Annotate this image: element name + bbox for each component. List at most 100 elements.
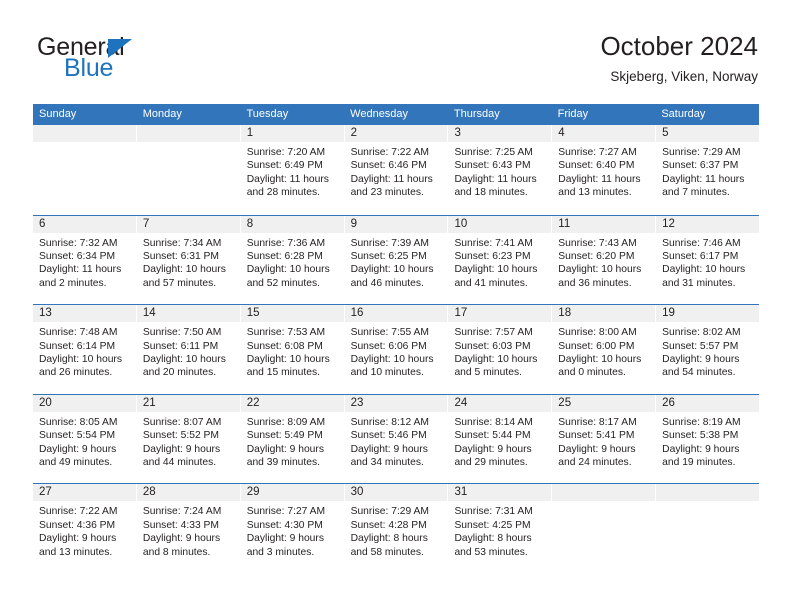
logo-text-blue: Blue [64,54,114,82]
day-cell[interactable]: 11 Sunrise: 7:43 AM Sunset: 6:20 PM Dayligh… [552,215,657,305]
day-detail-line: Sunrise: 7:29 AM [662,147,741,158]
day-cell[interactable]: 16 Sunrise: 7:55 AM Sunset: 6:06 PM Dayligh… [344,305,449,394]
day-detail-line: Sunset: 6:00 PM [558,340,635,352]
day-detail-line: Daylight: 10 hours [558,354,642,365]
weekday-header-thursday: Thursday [453,108,500,120]
day-detail-line: and 57 minutes. [142,277,217,289]
day-detail-line: Sunrise: 7:25 AM [454,147,533,158]
day-cell[interactable]: 17 Sunrise: 7:57 AM Sunset: 6:03 PM Dayligh… [448,305,553,394]
day-cell[interactable]: 10 Sunrise: 7:41 AM Sunset: 6:23 PM Dayligh… [448,215,553,305]
day-detail-line: and 10 minutes. [350,367,424,379]
day-detail-line: and 24 minutes. [558,457,632,468]
day-cell[interactable]: 31 Sunrise: 7:31 AM Sunset: 4:25 PM Dayligh… [448,484,553,573]
day-detail-line: Sunset: 6:11 PM [142,340,219,352]
day-detail-line: Sunrise: 7:24 AM [142,506,222,518]
day-cell[interactable]: 3 Sunrise: 7:25 AM Sunset: 6:43 PM Daylight… [448,125,553,215]
day-detail-line: Daylight: 9 hours [350,443,428,455]
day-cell[interactable]: 30 Sunrise: 7:29 AM Sunset: 4:28 PM Dayligh… [344,484,449,573]
day-detail-line: Sunset: 6:31 PM [142,251,219,262]
day-details: Sunrise: 7:25 AM Sunset: 6:43 PM Daylight:… [448,142,551,200]
day-cell[interactable]: 14 Sunrise: 7:50 AM Sunset: 6:11 PM Dayligh… [136,305,241,394]
day-cell[interactable]: 13 Sunrise: 7:48 AM Sunset: 6:14 PM Dayligh… [33,305,137,394]
day-cell[interactable]: 22 Sunrise: 8:09 AM Sunset: 5:49 PM Dayligh… [240,394,345,484]
day-detail-line: Daylight: 9 hours [39,533,117,545]
day-cell-empty [552,484,657,573]
day-cell[interactable]: 28 Sunrise: 7:24 AM Sunset: 4:33 PM Dayligh… [136,484,241,573]
day-details: Sunrise: 7:46 AM Sunset: 6:17 PM Daylight:… [656,233,759,291]
day-details: Sunrise: 7:29 AM Sunset: 6:37 PM Daylight:… [656,142,759,200]
day-cell[interactable]: 24 Sunrise: 8:14 AM Sunset: 5:44 PM Dayligh… [448,394,553,484]
day-number: 16 [344,305,448,323]
day-detail-line: Sunrise: 8:14 AM [454,416,533,428]
day-detail-line: and 53 minutes. [454,546,528,558]
day-cell[interactable]: 2 Sunrise: 7:22 AM Sunset: 6:46 PM Daylight… [344,125,449,215]
day-detail-line: Sunrise: 8:09 AM [246,416,326,428]
day-detail-line: Sunset: 6:46 PM [350,160,427,172]
day-detail-line: Sunset: 5:41 PM [558,430,635,442]
day-cell[interactable]: 26 Sunrise: 8:19 AM Sunset: 5:38 PM Dayligh… [656,394,760,484]
day-detail-line: Sunset: 6:28 PM [246,251,323,262]
day-cell[interactable]: 1 Sunrise: 7:20 AM Sunset: 6:49 PM Daylight… [240,125,345,215]
calendar-week-row: 27 Sunrise: 7:22 AM Sunset: 4:36 PM Dayligh… [33,483,760,573]
day-detail-line: Sunset: 5:44 PM [454,430,531,442]
day-number [552,484,656,502]
day-detail-line: Daylight: 8 hours [350,533,428,545]
day-cell[interactable]: 15 Sunrise: 7:53 AM Sunset: 6:08 PM Dayligh… [240,305,345,394]
day-cell[interactable]: 7 Sunrise: 7:34 AM Sunset: 6:31 PM Daylight… [136,215,241,305]
weekday-header-tuesday: Tuesday [246,108,289,120]
day-detail-line: Sunrise: 7:22 AM [39,506,118,518]
day-number [656,484,760,502]
day-cell[interactable]: 4 Sunrise: 7:27 AM Sunset: 6:40 PM Daylight… [552,125,657,215]
day-detail-line: and 3 minutes. [246,546,315,558]
day-detail-line: Daylight: 9 hours [39,443,117,455]
day-detail-line: and 44 minutes. [142,457,217,468]
day-cell[interactable]: 9 Sunrise: 7:39 AM Sunset: 6:25 PM Daylight… [344,215,449,305]
day-detail-line: Sunset: 5:52 PM [142,430,219,442]
day-detail-line: and 29 minutes. [454,457,528,468]
day-detail-line: and 23 minutes. [350,187,424,199]
day-cell[interactable]: 29 Sunrise: 7:27 AM Sunset: 4:30 PM Dayligh… [240,484,345,573]
day-detail-line: Sunset: 6:20 PM [558,251,635,262]
day-detail-line: Daylight: 9 hours [246,533,324,545]
day-cell[interactable]: 21 Sunrise: 8:07 AM Sunset: 5:52 PM Dayligh… [136,394,241,484]
day-detail-line: Sunrise: 8:07 AM [142,416,222,428]
day-cell[interactable]: 19 Sunrise: 8:02 AM Sunset: 5:57 PM Dayligh… [656,305,760,394]
day-details: Sunrise: 8:14 AM Sunset: 5:44 PM Daylight:… [448,412,551,470]
day-cell[interactable]: 8 Sunrise: 7:36 AM Sunset: 6:28 PM Daylight… [240,215,345,305]
day-detail-line: Daylight: 10 hours [142,264,226,276]
day-detail-line: Sunset: 6:23 PM [454,251,531,262]
day-cell-empty [136,125,241,215]
day-detail-line: and 46 minutes. [350,277,424,289]
day-details: Sunrise: 7:34 AM Sunset: 6:31 PM Daylight:… [137,233,240,291]
day-cell[interactable]: 25 Sunrise: 8:17 AM Sunset: 5:41 PM Dayligh… [552,394,657,484]
calendar-week-row: 13 Sunrise: 7:48 AM Sunset: 6:14 PM Dayligh… [33,304,760,394]
day-detail-line: Sunrise: 7:46 AM [662,237,741,249]
day-cell[interactable]: 23 Sunrise: 8:12 AM Sunset: 5:46 PM Dayligh… [344,394,449,484]
day-cell[interactable]: 5 Sunrise: 7:29 AM Sunset: 6:37 PM Daylight… [656,125,760,215]
calendar-week-row: 6 Sunrise: 7:32 AM Sunset: 6:34 PM Daylight… [33,214,760,305]
day-detail-line: Sunset: 5:38 PM [662,430,739,442]
day-detail-line: Daylight: 11 hours [558,173,641,185]
day-detail-line: and 52 minutes. [246,277,320,289]
day-cell[interactable]: 20 Sunrise: 8:05 AM Sunset: 5:54 PM Dayligh… [33,394,137,484]
day-cell[interactable]: 12 Sunrise: 7:46 AM Sunset: 6:17 PM Dayligh… [656,215,760,305]
day-detail-line: Sunset: 6:14 PM [39,340,116,352]
day-number: 28 [136,484,240,502]
day-details: Sunrise: 7:27 AM Sunset: 4:30 PM Daylight:… [241,501,344,559]
day-detail-line: Daylight: 11 hours [454,173,537,185]
day-number: 17 [448,305,552,323]
day-details: Sunrise: 7:32 AM Sunset: 6:34 PM Daylight:… [33,233,136,291]
day-cell[interactable]: 27 Sunrise: 7:22 AM Sunset: 4:36 PM Dayligh… [33,484,137,573]
day-cell[interactable]: 6 Sunrise: 7:32 AM Sunset: 6:34 PM Daylight… [33,215,137,305]
day-details: Sunrise: 8:17 AM Sunset: 5:41 PM Daylight:… [552,412,655,470]
day-detail-line: Daylight: 9 hours [662,354,740,365]
day-detail-line: Daylight: 10 hours [246,264,330,276]
day-detail-line: and 8 minutes. [142,546,211,558]
day-number: 6 [33,215,136,233]
day-number: 18 [552,305,656,323]
day-detail-line: and 54 minutes. [662,367,736,379]
day-cell[interactable]: 18 Sunrise: 8:00 AM Sunset: 6:00 PM Dayligh… [552,305,657,394]
day-number: 22 [240,394,344,412]
day-details [137,142,240,146]
day-detail-line: Sunset: 6:34 PM [39,251,116,262]
